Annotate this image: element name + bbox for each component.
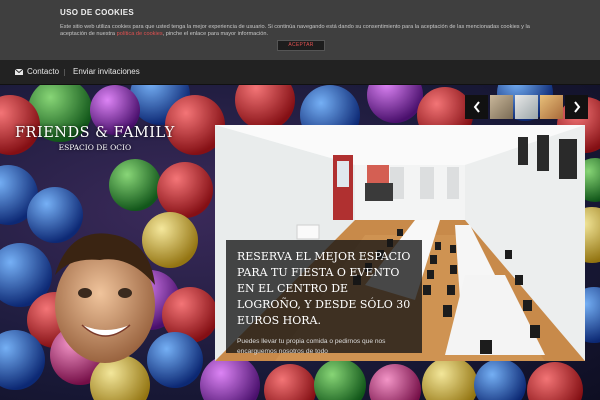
promo-title: RESERVA EL MEJOR ESPACIO PARA TU FIESTA … (237, 250, 411, 327)
cookie-text-after: , pinche el enlace para mayor informació… (162, 31, 269, 37)
cookie-banner: USO DE COOKIES Este sitio web utiliza co… (0, 0, 600, 60)
slider-thumbnail[interactable] (515, 95, 538, 119)
hero-banner: FRIENDS & FAMILY ESPACIO DE OCIO RESERVA… (0, 85, 600, 400)
chevron-right-icon (573, 101, 580, 113)
brand-tagline: ESPACIO DE OCIO (58, 143, 132, 152)
slider-thumbnail[interactable] (540, 95, 563, 119)
slider-thumbnails (465, 95, 588, 119)
nav-send-invitations-link[interactable]: Enviar invitaciones (73, 60, 140, 84)
slider-thumbnail[interactable] (490, 95, 513, 119)
accept-cookies-button[interactable]: ACEPTAR (277, 40, 325, 51)
promo-caption: RESERVA EL MEJOR ESPACIO PARA TU FIESTA … (226, 240, 422, 355)
cookie-text: Este sitio web utiliza cookies para que … (60, 24, 530, 38)
cookie-policy-link[interactable]: política de cookies (117, 31, 163, 37)
brand-name: FRIENDS & FAMILY (15, 125, 175, 141)
cookie-title: USO DE COOKIES (60, 8, 134, 17)
nav-divider (64, 69, 65, 76)
mail-icon (15, 69, 23, 75)
slider-prev-button[interactable] (465, 95, 488, 119)
promo-text: Puedes llevar tu propia comida o pedirno… (237, 338, 386, 355)
nav-contact-link[interactable]: Contacto (15, 60, 59, 84)
top-nav: Contacto Enviar invitaciones (0, 60, 600, 85)
slider-next-button[interactable] (565, 95, 588, 119)
nav-contact-label: Contacto (27, 67, 60, 76)
brand-logo[interactable]: FRIENDS & FAMILY ESPACIO DE OCIO (15, 125, 175, 152)
chevron-left-icon (473, 101, 480, 113)
